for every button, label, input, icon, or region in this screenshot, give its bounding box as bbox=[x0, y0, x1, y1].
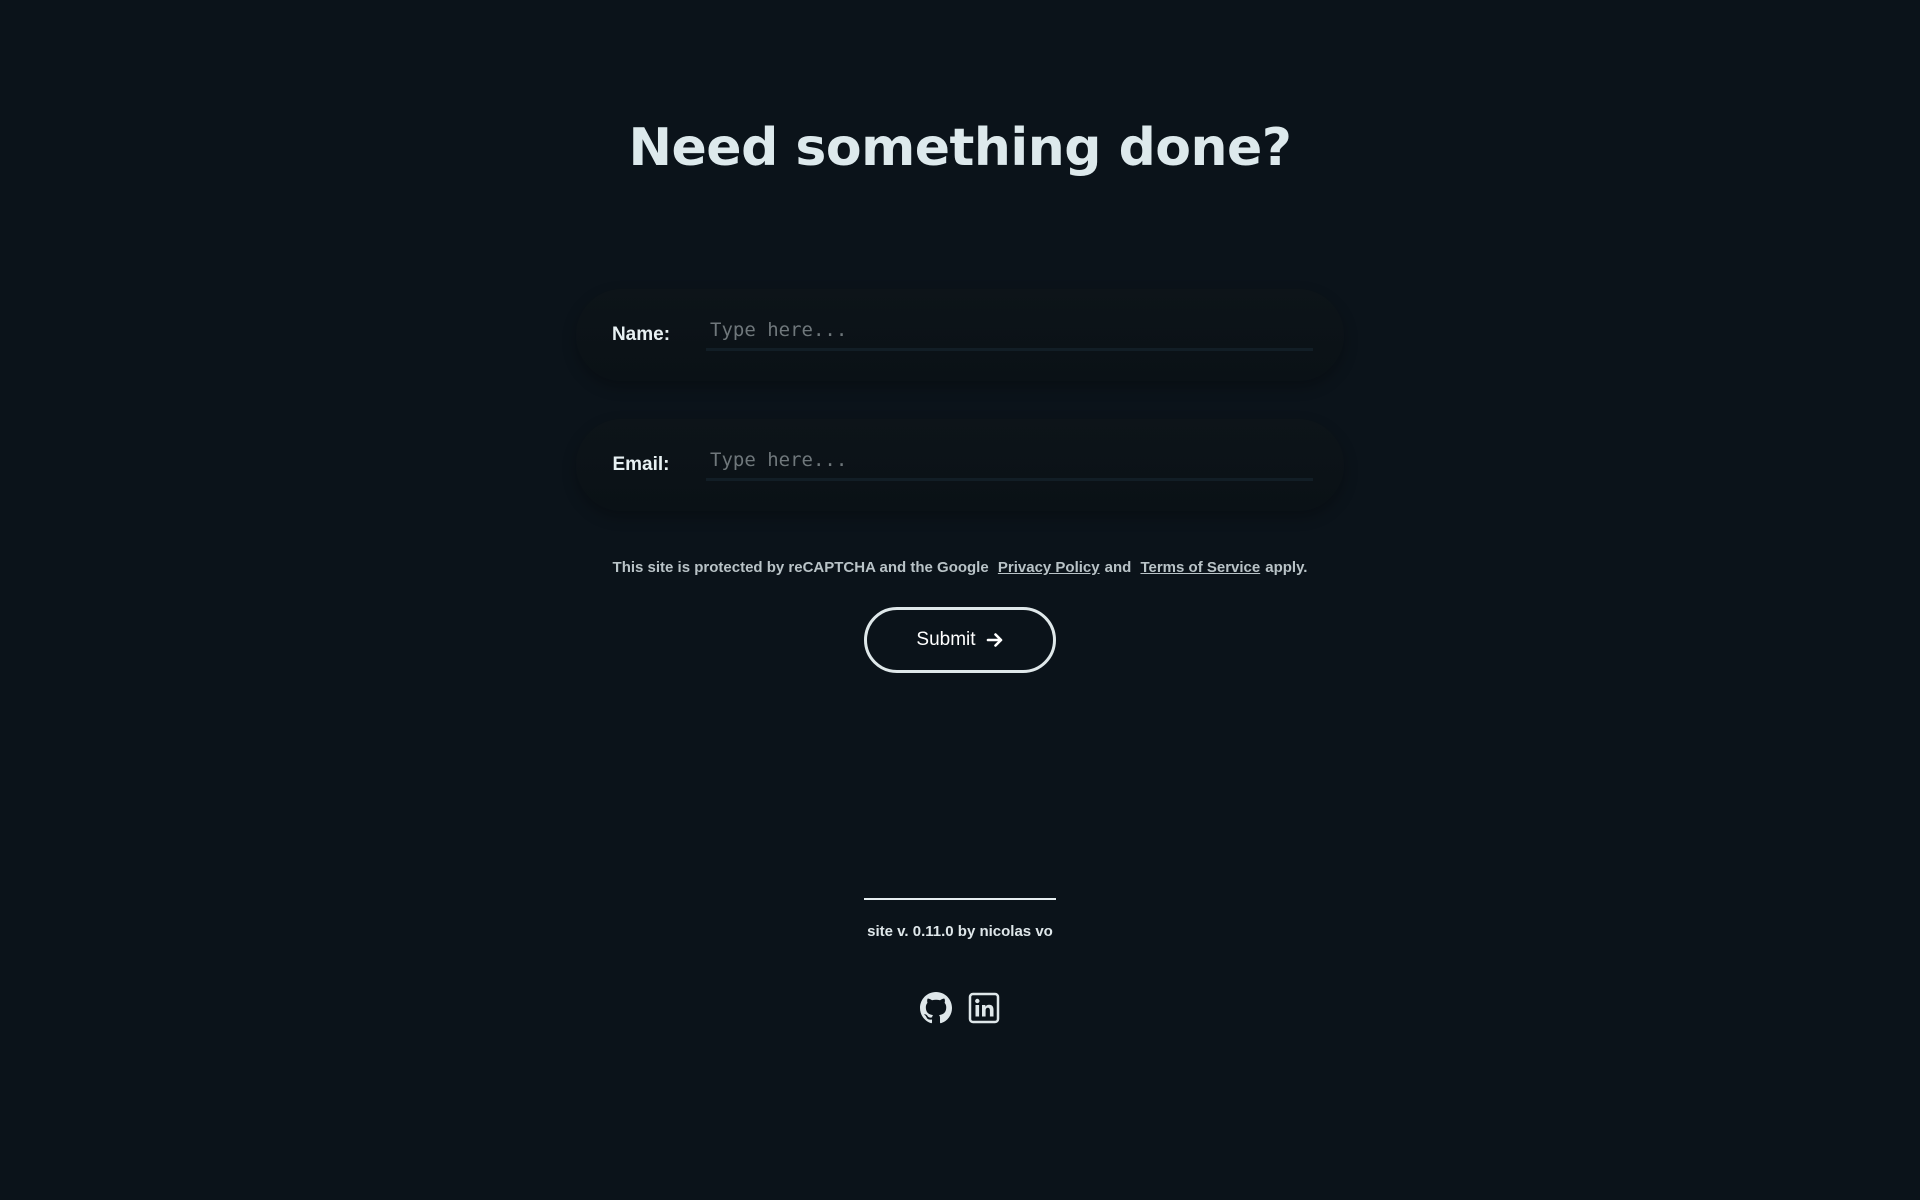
recaptcha-text: This site is protected by reCAPTCHA and … bbox=[612, 559, 989, 576]
arrow-right-icon bbox=[986, 631, 1004, 649]
email-field-container: Email: bbox=[576, 419, 1344, 511]
contact-page: Need something done? Name: Email: This s… bbox=[0, 0, 1920, 1200]
privacy-policy-link[interactable]: Privacy Policy bbox=[998, 559, 1100, 576]
linkedin-icon[interactable] bbox=[968, 992, 1000, 1024]
github-icon[interactable] bbox=[920, 992, 952, 1024]
page-title: Need something done? bbox=[628, 118, 1292, 178]
terms-of-service-link[interactable]: Terms of Service bbox=[1140, 559, 1260, 576]
name-label: Name: bbox=[611, 324, 671, 345]
recaptcha-apply-text: apply. bbox=[1265, 559, 1308, 576]
submit-label: Submit bbox=[916, 629, 976, 650]
name-input[interactable] bbox=[706, 311, 1313, 351]
recaptcha-notice: This site is protected by reCAPTCHA and … bbox=[0, 559, 1920, 576]
recaptcha-and-text: and bbox=[1104, 559, 1132, 576]
name-field-container: Name: bbox=[576, 289, 1344, 381]
social-links bbox=[920, 992, 1000, 1024]
email-label: Email: bbox=[612, 454, 670, 475]
site-version-text: site v. 0.11.0 by nicolas vo bbox=[867, 923, 1053, 940]
submit-button[interactable]: Submit bbox=[864, 607, 1056, 673]
email-input[interactable] bbox=[706, 441, 1313, 481]
footer-divider bbox=[864, 898, 1056, 900]
